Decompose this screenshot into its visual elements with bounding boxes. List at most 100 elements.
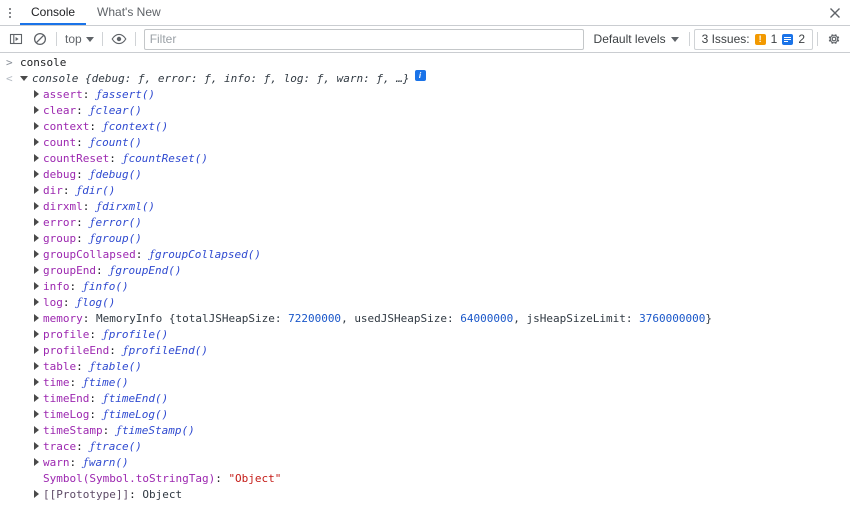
property-value: warn() — [88, 456, 129, 469]
property-value: groupCollapsed() — [155, 248, 262, 261]
property-row[interactable]: assert: ƒ assert() — [0, 87, 850, 103]
triangle-right-icon — [34, 346, 39, 354]
property-row[interactable]: countReset: ƒ countReset() — [0, 151, 850, 167]
property-row[interactable]: dir: ƒ dir() — [0, 183, 850, 199]
property-row[interactable]: trace: ƒ trace() — [0, 439, 850, 455]
property-expander[interactable] — [34, 375, 43, 391]
property-row[interactable]: error: ƒ error() — [0, 215, 850, 231]
property-colon: : — [95, 264, 110, 277]
property-colon: : — [89, 392, 103, 405]
close-icon[interactable] — [822, 0, 848, 25]
property-row[interactable]: info: ƒ info() — [0, 279, 850, 295]
gear-icon[interactable] — [822, 28, 846, 50]
property-expander[interactable] — [34, 407, 43, 423]
property-row[interactable]: groupEnd: ƒ groupEnd() — [0, 263, 850, 279]
triangle-right-icon — [34, 410, 39, 418]
property-row[interactable]: timeStamp: ƒ timeStamp() — [0, 423, 850, 439]
property-expander[interactable] — [34, 103, 43, 119]
property-value: timeEnd() — [108, 392, 169, 405]
property-value: timeStamp() — [121, 424, 195, 437]
property-value: context() — [108, 120, 169, 133]
property-expander[interactable] — [34, 183, 43, 199]
property-expander[interactable] — [34, 487, 43, 503]
property-row[interactable]: [[Prototype]]: Object — [0, 487, 850, 503]
property-name: info — [43, 280, 70, 293]
property-expander[interactable] — [34, 119, 43, 135]
property-expander[interactable] — [34, 455, 43, 471]
property-row[interactable]: Symbol(Symbol.toStringTag): "Object" — [0, 471, 850, 487]
property-row[interactable]: profileEnd: ƒ profileEnd() — [0, 343, 850, 359]
property-expander[interactable] — [34, 439, 43, 455]
clear-console-icon[interactable] — [28, 28, 52, 50]
property-expander[interactable] — [34, 215, 43, 231]
property-row[interactable]: groupCollapsed: ƒ groupCollapsed() — [0, 247, 850, 263]
property-name: warn — [43, 456, 70, 469]
memory-field-value: 3760000000 — [639, 312, 706, 325]
live-expression-eye-icon[interactable] — [107, 28, 131, 50]
property-expander[interactable] — [34, 263, 43, 279]
triangle-right-icon — [34, 138, 39, 146]
property-expander[interactable] — [34, 359, 43, 375]
property-row[interactable]: table: ƒ table() — [0, 359, 850, 375]
more-tools-icon[interactable] — [0, 0, 20, 25]
property-row[interactable]: timeLog: ƒ timeLog() — [0, 407, 850, 423]
property-name: log — [43, 296, 63, 309]
console-sidebar-icon[interactable] — [4, 28, 28, 50]
property-row[interactable]: dirxml: ƒ dirxml() — [0, 199, 850, 215]
property-expander[interactable] — [34, 311, 43, 327]
property-row[interactable]: clear: ƒ clear() — [0, 103, 850, 119]
property-expander[interactable] — [34, 87, 43, 103]
property-expander[interactable] — [34, 151, 43, 167]
property-value: log() — [82, 296, 116, 309]
info-icon[interactable]: i — [414, 70, 426, 81]
property-row[interactable]: log: ƒ log() — [0, 295, 850, 311]
property-row[interactable]: group: ƒ group() — [0, 231, 850, 247]
property-row[interactable]: context: ƒ context() — [0, 119, 850, 135]
property-colon: : — [89, 120, 103, 133]
execution-context-selector[interactable]: top — [61, 29, 98, 49]
memory-brace-close: } — [705, 312, 712, 325]
property-expander[interactable] — [34, 247, 43, 263]
chevron-down-icon — [670, 36, 679, 42]
property-value: assert() — [102, 88, 156, 101]
property-expander[interactable] — [34, 231, 43, 247]
triangle-right-icon — [34, 330, 39, 338]
property-row[interactable]: timeEnd: ƒ timeEnd() — [0, 391, 850, 407]
property-expander[interactable] — [34, 167, 43, 183]
object-expander[interactable] — [20, 71, 32, 87]
property-row[interactable]: count: ƒ count() — [0, 135, 850, 151]
log-levels-selector[interactable]: Default levels — [588, 29, 685, 49]
property-expander[interactable] — [34, 295, 43, 311]
property-expander[interactable] — [34, 199, 43, 215]
property-expander[interactable] — [34, 135, 43, 151]
toolbar-divider — [688, 32, 690, 46]
triangle-right-icon — [34, 170, 39, 178]
tab-console[interactable]: Console — [20, 0, 87, 25]
property-name: timeEnd — [43, 392, 90, 405]
object-property-list: assert: ƒ assert() clear: ƒ clear() contex… — [0, 87, 850, 503]
property-expander[interactable] — [34, 279, 43, 295]
property-row[interactable]: time: ƒ time() — [0, 375, 850, 391]
property-expander[interactable] — [34, 391, 43, 407]
property-value: groupEnd() — [115, 264, 182, 277]
property-value: time() — [88, 376, 129, 389]
filter-input[interactable] — [143, 28, 584, 50]
memory-field-value: 64000000 — [460, 312, 514, 325]
property-row[interactable]: debug: ƒ debug() — [0, 167, 850, 183]
issues-button[interactable]: 3 Issues: ! 1 2 — [693, 28, 813, 50]
property-name: clear — [43, 104, 77, 117]
property-row[interactable]: warn: ƒ warn() — [0, 455, 850, 471]
property-value: count() — [95, 136, 142, 149]
property-name: timeLog — [43, 408, 90, 421]
toolbar-divider — [101, 32, 103, 46]
console-output[interactable]: > console < console {debug: ƒ, error: ƒ,… — [0, 53, 850, 509]
property-row[interactable]: profile: ƒ profile() — [0, 327, 850, 343]
tab-whats-new[interactable]: What's New — [86, 0, 172, 25]
property-expander[interactable] — [34, 343, 43, 359]
property-colon: : — [76, 136, 90, 149]
property-name: time — [43, 376, 70, 389]
property-expander[interactable] — [34, 423, 43, 439]
triangle-right-icon — [34, 90, 39, 98]
property-expander[interactable] — [34, 327, 43, 343]
property-row[interactable]: memory: MemoryInfo {totalJSHeapSize: 722… — [0, 311, 850, 327]
